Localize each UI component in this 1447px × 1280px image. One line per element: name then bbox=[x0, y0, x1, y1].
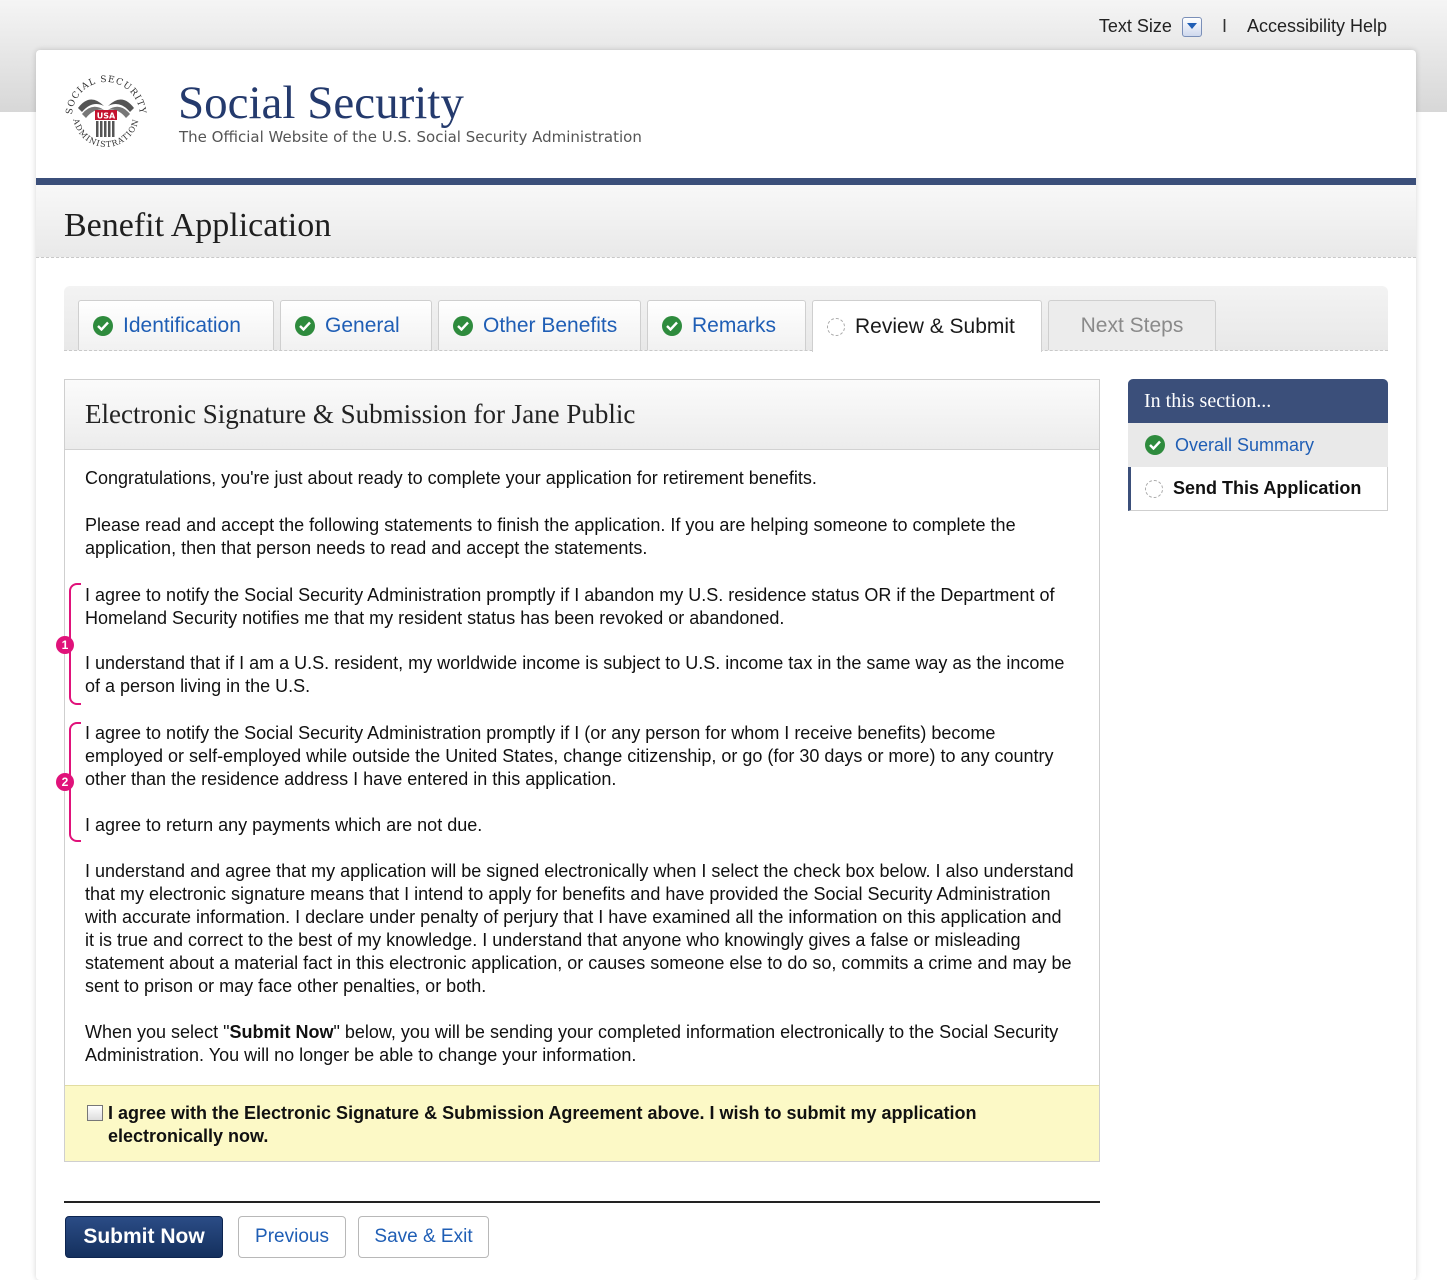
agreement-box: I agree with the Electronic Signature & … bbox=[65, 1085, 1099, 1161]
sidebar-item-send-application[interactable]: Send This Application bbox=[1128, 467, 1388, 511]
submit-note: When you select "Submit Now" below, you … bbox=[85, 1021, 1075, 1067]
sidebar-heading: In this section... bbox=[1128, 379, 1388, 423]
tab-label: Next Steps bbox=[1080, 313, 1184, 337]
agreement-checkbox[interactable] bbox=[87, 1105, 103, 1121]
check-circle-icon bbox=[662, 315, 682, 336]
intro-text: Congratulations, you're just about ready… bbox=[85, 468, 817, 488]
statement-residence: I agree to notify the Social Security Ad… bbox=[85, 585, 1055, 628]
header-divider bbox=[36, 178, 1416, 185]
site-subtitle: The Official Website of the U.S. Social … bbox=[179, 128, 642, 146]
sidebar-item-label: Overall Summary bbox=[1175, 434, 1315, 455]
tab-identification[interactable]: Identification bbox=[78, 300, 274, 350]
section-sidebar: In this section... Overall Summary Send … bbox=[1128, 379, 1388, 511]
panel-title: Electronic Signature & Submission for Ja… bbox=[85, 399, 636, 429]
sidebar-item-label: Send This Application bbox=[1173, 478, 1362, 498]
tab-label: Other Benefits bbox=[483, 313, 618, 337]
site-header: SOCIAL SECURITY ADMINISTRATION USA Socia… bbox=[36, 50, 1416, 178]
previous-button[interactable]: Previous bbox=[238, 1216, 346, 1258]
check-circle-icon bbox=[453, 315, 473, 336]
annotation-marker-2: 2 bbox=[56, 773, 74, 791]
statement-return-payments: I agree to return any payments which are… bbox=[85, 815, 483, 835]
statement-employment: I agree to notify the Social Security Ad… bbox=[85, 723, 1054, 789]
sidebar-item-overall-summary[interactable]: Overall Summary bbox=[1128, 423, 1388, 467]
check-circle-icon bbox=[1145, 435, 1165, 455]
tab-remarks[interactable]: Remarks bbox=[647, 300, 806, 350]
page-title: Benefit Application bbox=[64, 207, 332, 244]
statement-income-tax: I understand that if I am a U.S. residen… bbox=[85, 653, 1065, 696]
incomplete-circle-icon bbox=[827, 317, 845, 336]
agreement-label[interactable]: I agree with the Electronic Signature & … bbox=[108, 1102, 1068, 1148]
submit-now-button[interactable]: Submit Now bbox=[65, 1216, 223, 1258]
utility-bar: Text Size I Accessibility Help bbox=[1099, 16, 1387, 37]
text-size-label[interactable]: Text Size bbox=[1099, 16, 1172, 37]
save-exit-button[interactable]: Save & Exit bbox=[358, 1216, 489, 1258]
text-size-dropdown-icon[interactable] bbox=[1181, 16, 1202, 37]
site-title[interactable]: Social Security bbox=[178, 76, 464, 130]
tab-label: Review & Submit bbox=[855, 314, 1015, 338]
declaration-text: I understand and agree that my applicati… bbox=[85, 861, 1074, 996]
seal-shield-text: USA bbox=[97, 112, 116, 121]
check-circle-icon bbox=[93, 315, 113, 336]
ssa-seal-icon[interactable]: SOCIAL SECURITY ADMINISTRATION USA bbox=[60, 70, 152, 162]
utility-separator: I bbox=[1221, 16, 1227, 36]
page-container: SOCIAL SECURITY ADMINISTRATION USA Socia… bbox=[36, 50, 1416, 1280]
tab-next-steps: Next Steps bbox=[1048, 300, 1216, 350]
tab-label: Identification bbox=[123, 313, 241, 337]
check-circle-icon bbox=[295, 315, 315, 336]
incomplete-circle-icon bbox=[1145, 479, 1163, 498]
accessibility-help-link[interactable]: Accessibility Help bbox=[1247, 16, 1387, 37]
title-band: Benefit Application bbox=[36, 185, 1416, 258]
instructions-text: Please read and accept the following sta… bbox=[85, 515, 1016, 558]
tab-label: General bbox=[325, 313, 400, 337]
signature-panel: Electronic Signature & Submission for Ja… bbox=[56, 379, 1100, 1162]
tab-review-submit[interactable]: Review & Submit bbox=[812, 300, 1042, 352]
tab-general[interactable]: General bbox=[280, 300, 432, 350]
annotation-marker-1: 1 bbox=[56, 636, 74, 654]
tab-label: Remarks bbox=[692, 313, 777, 337]
actions-divider bbox=[64, 1201, 1100, 1203]
submit-note-prefix: When you select " bbox=[85, 1022, 230, 1042]
application-tabs: Identification General Other Benefits Re… bbox=[64, 286, 1388, 352]
panel-header: Electronic Signature & Submission for Ja… bbox=[65, 380, 1099, 450]
tab-other-benefits[interactable]: Other Benefits bbox=[438, 300, 641, 350]
submit-note-bold: Submit Now bbox=[229, 1022, 334, 1042]
